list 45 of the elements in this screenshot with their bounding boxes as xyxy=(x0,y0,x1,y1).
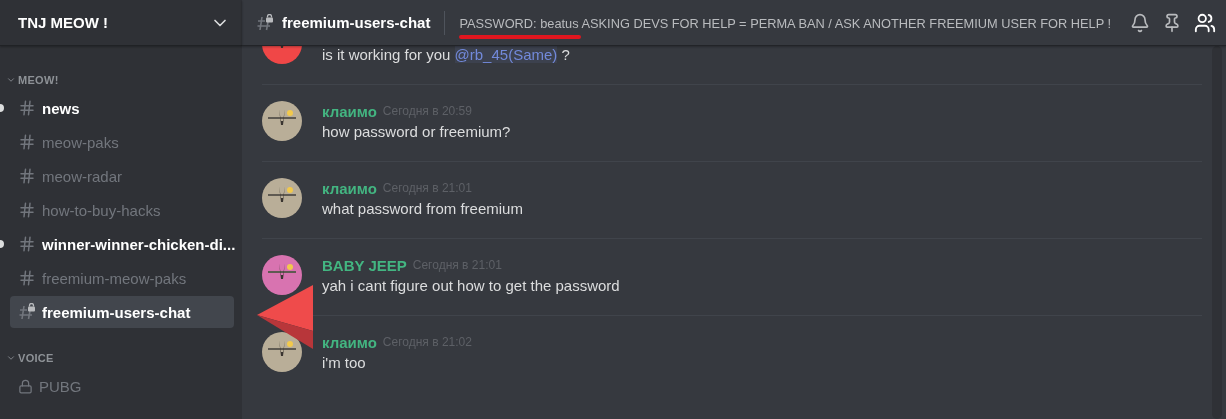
message-text: yah i cant figure out how to get the password xyxy=(322,276,620,296)
channel-item[interactable]: winner-winner-chicken-di... xyxy=(10,228,234,260)
channel-name: PUBG xyxy=(39,377,82,395)
hash-icon xyxy=(18,235,36,253)
channel-title: freemium-users-chat xyxy=(282,14,431,31)
server-name: TNJ MEOW ! xyxy=(18,14,108,31)
category-label[interactable]: MEOW! xyxy=(18,74,59,86)
locked-hash-icon xyxy=(256,13,274,32)
channel-name: freemium-meow-paks xyxy=(42,269,187,287)
pin-icon[interactable] xyxy=(1162,12,1182,33)
author-name[interactable]: клаимо xyxy=(322,333,377,351)
channel-name: meow-paks xyxy=(42,133,119,151)
locked-hash-icon xyxy=(18,303,36,321)
channel-item[interactable]: how-to-buy-hacks xyxy=(10,194,234,226)
category-label[interactable]: VOICE xyxy=(18,352,54,364)
lock-icon xyxy=(18,378,33,394)
notification-bell-icon[interactable] xyxy=(1130,12,1150,33)
hash-icon xyxy=(18,99,36,117)
members-icon[interactable] xyxy=(1194,11,1216,34)
author-name[interactable]: клаимо xyxy=(322,179,377,197)
channel-name: winner-winner-chicken-di... xyxy=(42,235,236,253)
channel-topic: PASSWORD: beatus ASKING DEVS FOR HELP = PERMA BAN / ASK ANOTHER FREEMIUM USER FOR HELP ! xyxy=(459,15,1112,31)
channel-item[interactable]: meow-radar xyxy=(10,160,234,192)
message-text: what password from freemium xyxy=(322,199,523,219)
channel-item[interactable]: freemium-meow-paks xyxy=(10,262,234,294)
hash-icon xyxy=(18,133,36,151)
channel-item[interactable]: news xyxy=(10,92,234,124)
hash-icon xyxy=(18,167,36,185)
channel-item[interactable]: freemium-users-chat xyxy=(10,296,234,328)
message-text: how password or freemium? xyxy=(322,122,511,142)
hash-icon xyxy=(18,269,36,287)
author-name[interactable]: клаимо xyxy=(322,102,377,120)
user-mention[interactable]: @rb_45(Same) xyxy=(454,46,558,63)
message-text: i'm too xyxy=(322,353,367,373)
author-name[interactable]: BABY JEEP xyxy=(322,256,407,274)
caret-icon[interactable] xyxy=(6,353,16,363)
channel-item[interactable]: PUBG xyxy=(10,370,234,402)
message-text: is it working for you @rb_45(Same) ? xyxy=(322,46,570,65)
channel-name: how-to-buy-hacks xyxy=(42,201,161,219)
hash-icon xyxy=(18,201,36,219)
channel-item[interactable]: meow-paks xyxy=(10,126,234,158)
channel-name: meow-radar xyxy=(42,167,123,185)
channel-name: news xyxy=(42,99,80,117)
channel-name: freemium-users-chat xyxy=(42,303,191,321)
caret-icon[interactable] xyxy=(6,75,16,85)
